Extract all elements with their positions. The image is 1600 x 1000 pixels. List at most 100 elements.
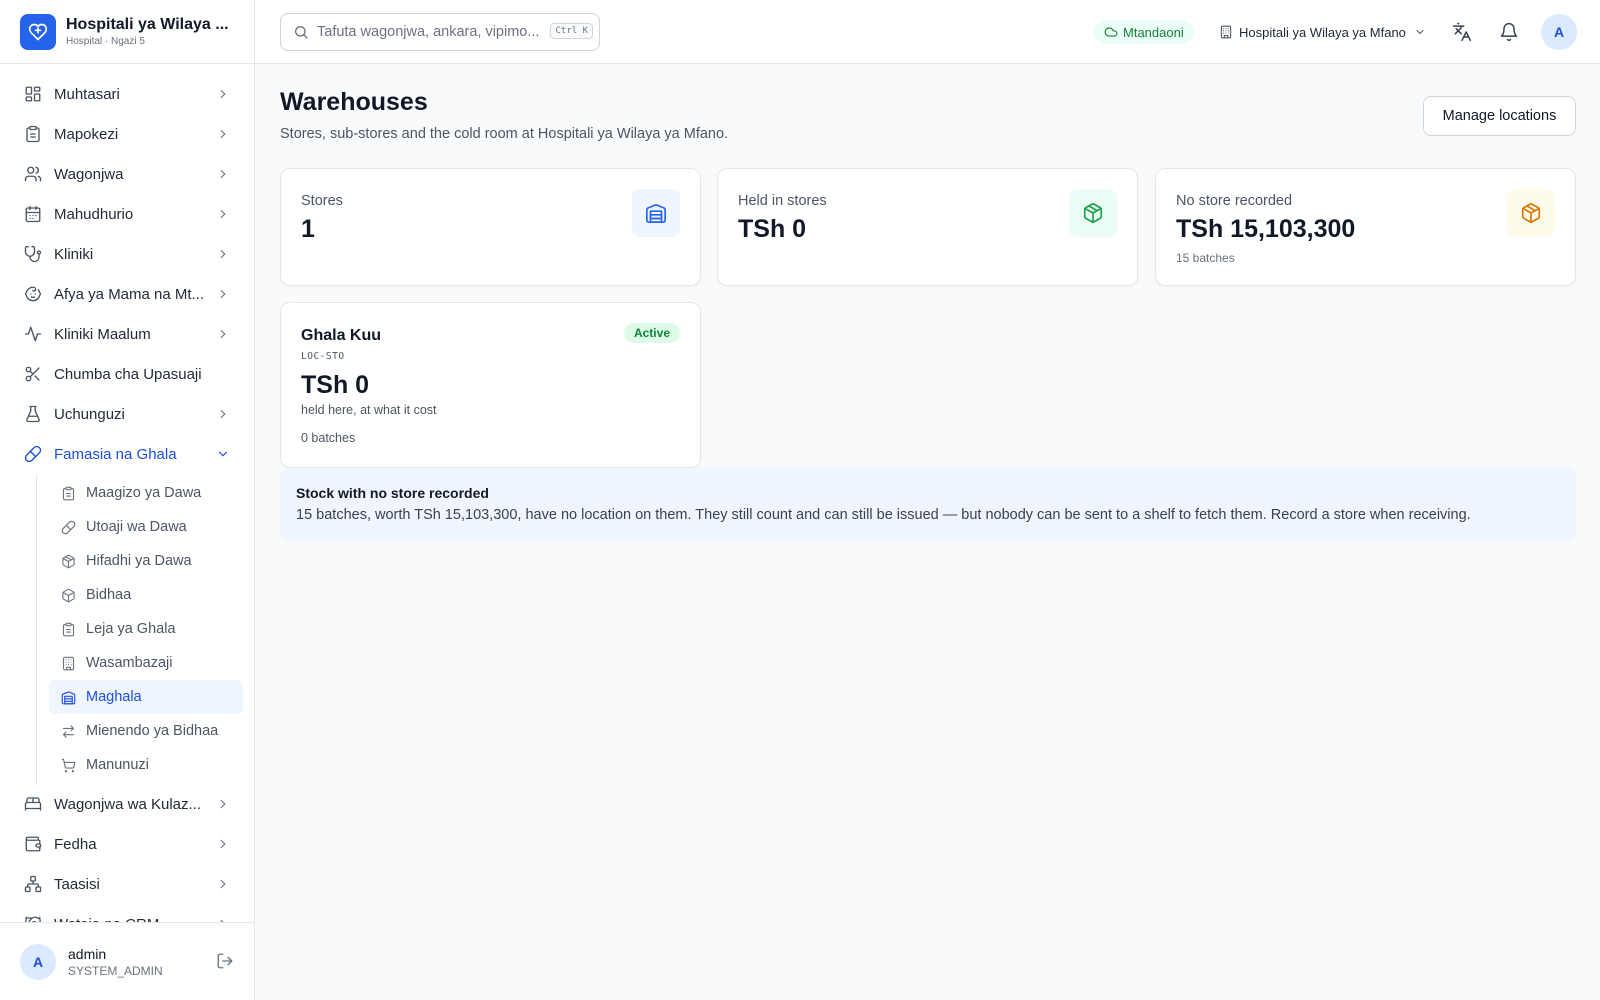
search-box[interactable]: Ctrl K [280,13,600,51]
notice-body: 15 batches, worth TSh 15,103,300, have n… [296,507,1471,523]
sidebar-subitem-utoaji-wa-dawa[interactable]: Utoaji wa Dawa [49,510,243,544]
sidebar-item-wateja-na-crm[interactable]: Wateja na CRM [0,904,254,924]
sidebar-subitem-label: Manunuzi [86,757,149,773]
sidebar-item-mahudhurio[interactable]: Mahudhurio [0,194,254,234]
brand-title: Hospitali ya Wilaya ... [66,16,229,33]
warehouse-card[interactable]: Ghala Kuu LOC-STO Active TSh 0 held here… [280,302,701,468]
sidebar-item-muhtasari[interactable]: Muhtasari [0,74,254,114]
account-avatar[interactable]: A [1541,14,1577,50]
sidebar-item-label: Uchunguzi [54,405,125,423]
sidebar-subitem-maagizo-ya-dawa[interactable]: Maagizo ya Dawa [49,476,243,510]
brand-subtitle: Hospital · Ngazi 5 [66,36,145,47]
notice-title: Stock with no store recorded [296,485,489,501]
chevron-right-icon [220,289,226,299]
facility-selector[interactable]: Hospitali ya Wilaya ya Mfano [1219,20,1426,44]
sidebar-item-taasisi[interactable]: Taasisi [0,864,254,904]
sidebar-subitem-label: Maagizo ya Dawa [86,485,202,501]
activity-icon [24,326,42,342]
brand[interactable]: Hospitali ya Wilaya ... Hospital · Ngazi… [0,0,254,64]
sidebar-subitem-bidhaa[interactable]: Bidhaa [49,578,243,612]
sidebar-item-label: Wagonjwa [54,165,124,183]
warehouse-icon [61,690,76,704]
chevron-right-icon [220,409,226,419]
users-icon [24,166,42,182]
sidebar-subitem-label: Bidhaa [86,587,132,603]
package-icon [1507,189,1555,237]
sidebar-subitem-label: Maghala [86,689,142,705]
clipboard-icon [62,486,75,500]
page-subtitle: Stores, sub-stores and the cold room at … [280,126,729,142]
unassigned-stock-notice: Stock with no store recorded 15 batches,… [280,468,1576,540]
wallet-icon [25,836,42,852]
flask-icon [26,405,40,423]
manage-locations-button[interactable]: Manage locations [1423,96,1576,136]
sidebar-subitem-manunuzi[interactable]: Manunuzi [49,748,243,782]
cart-icon [61,758,76,772]
sidebar-item-label: Kliniki [54,245,94,263]
warehouse-icon [632,189,680,237]
sidebar-item-fedha[interactable]: Fedha [0,824,254,864]
warehouse-value: TSh 0 [301,371,370,399]
search-input[interactable] [317,24,549,40]
sidebar-item-label: Wagonjwa wa Kulaz... [54,795,202,813]
sidebar-item-label: Taasisi [54,875,100,893]
famasia-submenu: Maagizo ya Dawa Utoaji wa Dawa Hifadhi y… [36,474,254,784]
sidebar-item-label: Famasia na Ghala [54,445,177,463]
sidebar-subitem-hifadhi-ya-dawa[interactable]: Hifadhi ya Dawa [49,544,243,578]
stat-note: 15 batches [1176,251,1235,265]
sidebar-item-label: Afya ya Mama na Mt... [54,285,205,303]
search-icon [295,26,308,39]
sidebar-item-kliniki-maalum[interactable]: Kliniki Maalum [0,314,254,354]
chevron-right-icon [220,209,226,219]
warehouse-batches: 0 batches [301,431,356,445]
chevron-right-icon [220,879,226,889]
baby-icon [24,286,42,302]
sidebar-subitem-label: Leja ya Ghala [86,621,176,637]
sidebar-subitem-maghala[interactable]: Maghala [49,680,243,714]
stat-label: Held in stores [738,193,827,209]
user-name: admin [68,945,107,962]
sidebar-item-famasia-na-ghala[interactable]: Famasia na Ghala [0,434,254,474]
sidebar-item-wagonjwa-wa-kulazwa[interactable]: Wagonjwa wa Kulaz... [0,784,254,824]
stat-value: 1 [301,215,315,243]
cloud-icon [1104,27,1118,37]
sidebar-subitem-wasambazaji[interactable]: Wasambazaji [49,646,243,680]
sidebar-item-label: Mapokezi [54,125,119,143]
search-shortcut: Ctrl K [550,23,593,39]
package-icon [1069,189,1117,237]
package-icon [62,554,75,568]
translate-icon[interactable] [1452,22,1472,42]
package-icon [62,588,75,602]
pill-icon [24,445,42,463]
stat-card-held-in-stores: Held in stores TSh 0 [717,168,1138,286]
stat-label: No store recorded [1176,193,1293,209]
user-role: SYSTEM_ADMIN [68,963,163,978]
connection-status-badge: Mtandaoni [1094,20,1194,44]
chevron-right-icon [220,839,226,849]
sidebar-item-label: Mahudhurio [54,205,134,223]
user-avatar[interactable]: A [20,943,56,980]
chevron-down-icon [218,451,228,457]
stat-value: TSh 0 [738,215,807,243]
building-icon [62,656,75,670]
bell-icon[interactable] [1499,22,1519,42]
chevron-down-icon [1416,30,1424,34]
sidebar-item-mapokezi[interactable]: Mapokezi [0,114,254,154]
sidebar-item-afya-ya-mama[interactable]: Afya ya Mama na Mt... [0,274,254,314]
sidebar-subitem-leja-ya-ghala[interactable]: Leja ya Ghala [49,612,243,646]
sidebar-item-kliniki[interactable]: Kliniki [0,234,254,274]
chevron-right-icon [220,169,226,179]
logout-icon[interactable] [216,952,234,970]
sidebar-item-wagonjwa[interactable]: Wagonjwa [0,154,254,194]
sidebar-item-chumba-cha-upasuaji[interactable]: Chumba cha Upasuaji [0,354,254,394]
stethoscope-icon [24,245,42,263]
sidebar-subitem-mienendo-ya-bidhaa[interactable]: Mienendo ya Bidhaa [49,714,243,748]
chevron-right-icon [220,129,226,139]
clipboard-icon [62,622,75,636]
sidebar-item-label: Kliniki Maalum [54,325,151,343]
bed-icon [24,797,42,811]
arrows-left-right-icon [62,724,75,738]
sidebar-item-uchunguzi[interactable]: Uchunguzi [0,394,254,434]
topbar: Ctrl K Mtandaoni Hospitali ya Wilaya ya … [255,0,1600,64]
scissors-icon [25,366,40,382]
